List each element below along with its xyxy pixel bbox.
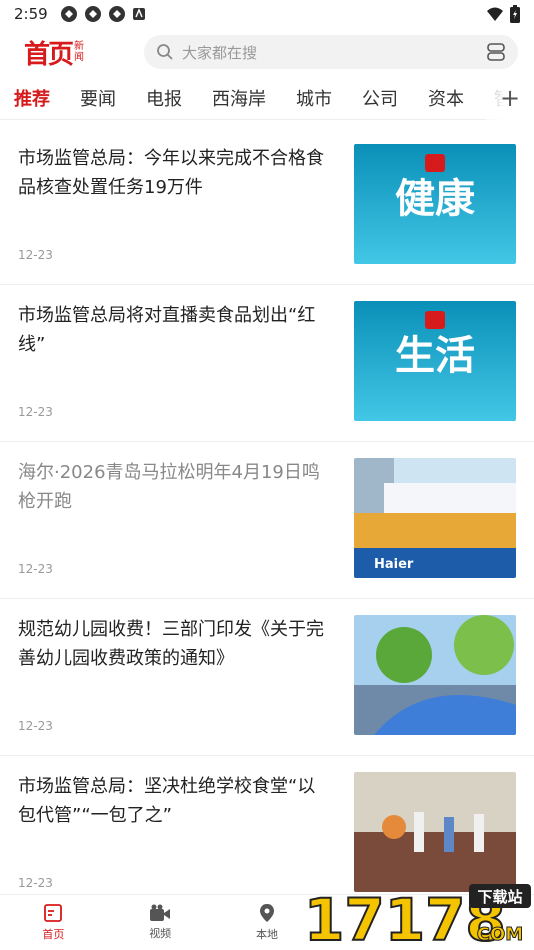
tab-headlines[interactable]: 要闻 <box>80 85 116 111</box>
tab-telegraph[interactable]: 电报 <box>146 85 182 111</box>
news-date: 12-23 <box>18 876 53 890</box>
news-title: 市场监管总局将对直播卖食品划出“红线” <box>18 305 316 355</box>
scan-icon[interactable] <box>486 42 506 62</box>
watermark-logo: 17178 下载站 COM <box>303 878 534 950</box>
news-text: 市场监管总局：坚决杜绝学校食堂“以包代管”“一包了之” 12-23 <box>18 772 354 894</box>
channel-tabs: 推荐 要闻 电报 西海岸 城市 公司 资本 智 + <box>0 76 534 120</box>
tab-capital[interactable]: 资本 <box>428 85 464 111</box>
nav-home-label: 首页 <box>42 928 65 941</box>
thumb-caption: Haier <box>374 557 414 572</box>
app-notification-icon <box>84 6 101 22</box>
news-thumbnail <box>354 615 516 735</box>
app-notification-icon <box>108 6 125 22</box>
news-title: 市场监管总局：坚决杜绝学校食堂“以包代管”“一包了之” <box>18 776 316 826</box>
nav-home[interactable]: 首页 <box>0 895 107 950</box>
app-notification-icon <box>60 6 77 22</box>
logo-mark: 首页 <box>24 39 74 70</box>
news-title: 海尔·2026青岛马拉松明年4月19日鸣枪开跑 <box>18 462 320 512</box>
news-item[interactable]: 规范幼儿园收费！三部门印发《关于完善幼儿园收费政策的通知》 12-23 <box>0 599 534 756</box>
news-date: 12-23 <box>18 405 53 419</box>
tab-list: 推荐 要闻 电报 西海岸 城市 公司 资本 智 <box>14 85 514 111</box>
thumb-caption: 健康 <box>395 176 475 222</box>
nav-video[interactable]: 视频 <box>107 895 214 950</box>
news-date: 12-23 <box>18 719 53 733</box>
news-item[interactable]: 市场监管总局：坚决杜绝学校食堂“以包代管”“一包了之” 12-23 <box>0 756 534 894</box>
tab-company[interactable]: 公司 <box>362 85 398 111</box>
nav-local-label: 本地 <box>255 928 278 941</box>
news-thumbnail: 生活 <box>354 301 516 421</box>
news-text: 海尔·2026青岛马拉松明年4月19日鸣枪开跑 12-23 <box>18 458 354 598</box>
video-icon <box>150 904 171 921</box>
app-logo[interactable]: 首页 新闻 <box>24 34 144 71</box>
logo-subtitle: 新闻 <box>74 41 85 63</box>
search-bar[interactable]: 大家都在搜 <box>144 35 518 69</box>
tab-city[interactable]: 城市 <box>296 85 332 111</box>
thumb-caption: 生活 <box>395 333 475 379</box>
news-date: 12-23 <box>18 562 53 576</box>
news-thumbnail <box>354 772 516 892</box>
news-thumbnail: 健康 <box>354 144 516 264</box>
android-notification-icon <box>132 8 145 20</box>
news-item[interactable]: 海尔·2026青岛马拉松明年4月19日鸣枪开跑 12-23 Haier <box>0 442 534 599</box>
watermark-badge: 下载站 <box>477 888 522 906</box>
system-status-icons <box>486 5 520 23</box>
status-bar: 2:59 <box>0 0 534 28</box>
nav-video-label: 视频 <box>149 927 172 940</box>
news-thumbnail: Haier <box>354 458 516 578</box>
news-text: 市场监管总局将对直播卖食品划出“红线” 12-23 <box>18 301 354 441</box>
tab-recommend[interactable]: 推荐 <box>14 85 50 111</box>
news-title: 规范幼儿园收费！三部门印发《关于完善幼儿园收费政策的通知》 <box>18 619 324 669</box>
news-feed[interactable]: 市场监管总局：今年以来完成不合格食品核查处置任务19万件 12-23 健康 市场… <box>0 128 534 894</box>
app-header: 首页 新闻 大家都在搜 <box>0 28 534 76</box>
news-text: 规范幼儿园收费！三部门印发《关于完善幼儿园收费政策的通知》 12-23 <box>18 615 354 755</box>
search-icon <box>157 44 173 60</box>
watermark-suffix: COM <box>477 924 523 945</box>
news-title: 市场监管总局：今年以来完成不合格食品核查处置任务19万件 <box>18 148 324 198</box>
search-placeholder: 大家都在搜 <box>182 43 258 62</box>
news-text: 市场监管总局：今年以来完成不合格食品核查处置任务19万件 12-23 <box>18 144 354 284</box>
news-item[interactable]: 市场监管总局：今年以来完成不合格食品核查处置任务19万件 12-23 健康 <box>0 128 534 285</box>
news-date: 12-23 <box>18 248 53 262</box>
status-time: 2:59 <box>14 5 48 23</box>
tab-west-coast[interactable]: 西海岸 <box>212 85 266 111</box>
notification-icons <box>60 5 146 23</box>
location-icon <box>259 904 274 922</box>
wifi-icon <box>487 7 503 21</box>
home-icon <box>44 904 63 922</box>
battery-icon <box>510 5 520 23</box>
news-item[interactable]: 市场监管总局将对直播卖食品划出“红线” 12-23 生活 <box>0 285 534 442</box>
add-channel-button[interactable]: + <box>486 76 534 120</box>
